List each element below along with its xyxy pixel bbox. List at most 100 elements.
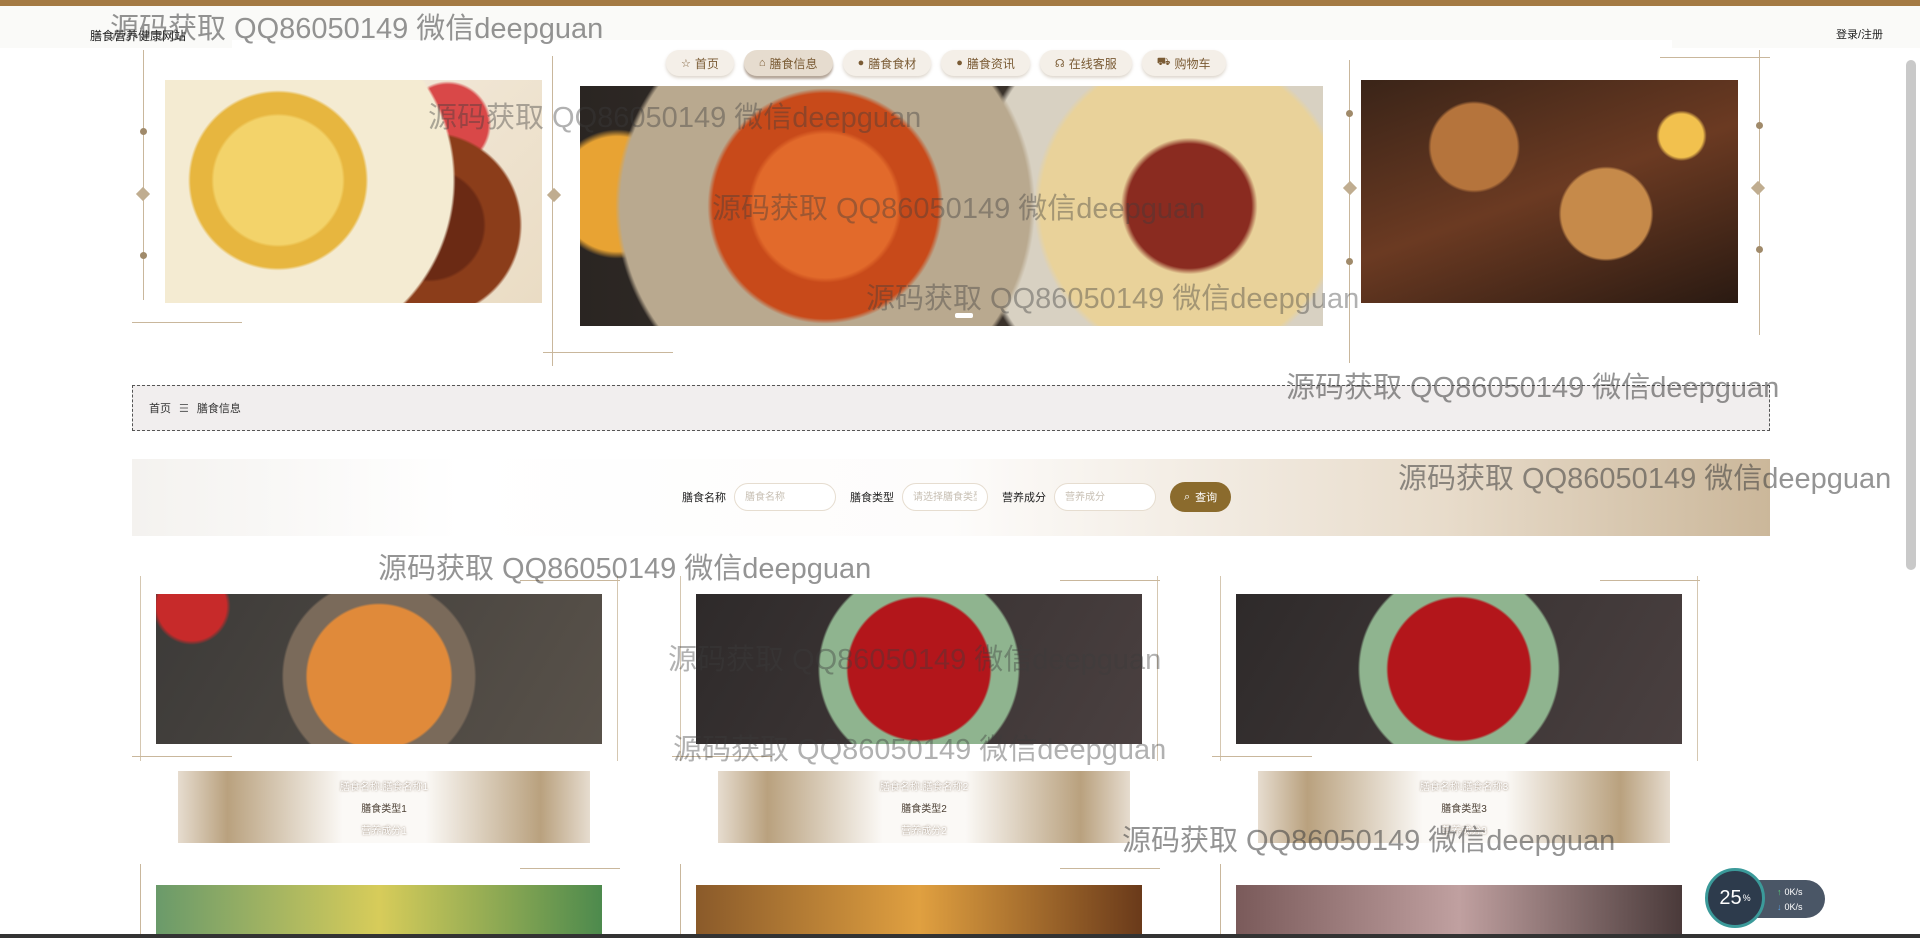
decor-dot [1346, 258, 1353, 265]
decor-line [1660, 57, 1770, 58]
meal-name-label: 膳食名称 [682, 492, 726, 504]
decor-line [680, 864, 681, 938]
meal-image[interactable] [1236, 594, 1682, 744]
bottom-border [0, 934, 1920, 938]
bag-icon: ⌂ [758, 57, 766, 69]
food-image [165, 80, 542, 303]
percent-unit: % [1742, 893, 1751, 903]
decor-dot [1346, 110, 1353, 117]
decor-line [143, 50, 144, 300]
nav-item-label: 膳食信息 [769, 56, 818, 71]
nav-item-news[interactable]: ● 膳食资讯 [941, 50, 1030, 76]
meal-card-image[interactable] [156, 885, 602, 938]
meal-type-label: 膳食类型 [850, 492, 894, 504]
meal-name: 膳食名称:膳食名称2 [879, 781, 969, 793]
meal-card[interactable]: 膳食名称:膳食名称2 膳食类型2 营养成分2 [672, 576, 1160, 861]
search-icon: ⌕ [1184, 490, 1191, 503]
nav-item-label: 在线客服 [1068, 56, 1117, 71]
meal-type: 膳食类型3 [1441, 803, 1487, 815]
food-image [580, 86, 1323, 326]
login-register-link[interactable]: 登录/注册 [1836, 26, 1883, 42]
food-image [1361, 80, 1738, 303]
breadcrumb: 首页 ☰ 膳食信息 [132, 385, 1770, 431]
nutrition-input[interactable] [1054, 483, 1156, 511]
speed-readout: ↑ 0K/s ↓ 0K/s [1755, 880, 1825, 918]
meal-name-input[interactable] [734, 483, 836, 511]
breadcrumb-separator-icon: ☰ [179, 402, 189, 415]
decor-line [1697, 576, 1698, 761]
decor-diamond [1750, 180, 1766, 196]
decor-line [1212, 756, 1312, 757]
meal-card[interactable]: 膳食名称:膳食名称1 膳食类型1 营养成分1 [132, 576, 620, 861]
nav-item-label: 首页 [694, 56, 719, 71]
carousel-slide-next[interactable] [1361, 80, 1738, 303]
info-icon: ● [857, 57, 865, 69]
decor-line [1060, 580, 1160, 581]
meal-nutrition: 营养成分2 [901, 825, 947, 837]
meal-type: 膳食类型2 [901, 803, 947, 815]
meal-image[interactable] [156, 594, 602, 744]
decor-dot [1756, 122, 1763, 129]
decor-diamond [1342, 180, 1358, 196]
meal-name: 膳食名称:膳食名称1 [339, 781, 429, 793]
search-bar: 膳食名称 膳食类型 营养成分 ⌕ 查询 [132, 459, 1770, 536]
decor-diamond [135, 186, 151, 202]
carousel-slide-active[interactable] [580, 86, 1323, 326]
decor-line [140, 864, 141, 938]
meal-image[interactable] [696, 594, 1142, 744]
decor-line [520, 580, 620, 581]
meal-info: 膳食名称:膳食名称3 膳食类型3 营养成分3 [1258, 771, 1670, 843]
download-speed: 0K/s [1784, 902, 1803, 912]
download-arrow-icon: ↓ [1777, 902, 1782, 912]
meal-type-select[interactable] [902, 483, 988, 511]
decor-line [132, 756, 232, 757]
meal-name: 膳食名称:膳食名称3 [1419, 781, 1509, 793]
decor-dot [140, 252, 147, 259]
decor-dot [1756, 246, 1763, 253]
nav-item-customer-service[interactable]: ☊ 在线客服 [1039, 50, 1132, 76]
nutrition-label: 营养成分 [1002, 492, 1046, 504]
decor-line [552, 56, 553, 366]
decor-line [1349, 60, 1350, 363]
nav-item-meal-info[interactable]: ⌂ 膳食信息 [743, 50, 833, 76]
nav-item-label: 膳食资讯 [966, 56, 1015, 71]
cart-icon: ⛟ [1156, 56, 1171, 68]
search-button-label: 查询 [1195, 492, 1218, 504]
scrollbar[interactable] [1906, 60, 1916, 570]
decor-line [1220, 576, 1221, 761]
meal-card-image[interactable] [696, 885, 1142, 938]
decor-line [1600, 580, 1700, 581]
decor-dot [140, 128, 147, 135]
decor-diamond [546, 187, 562, 203]
meal-card[interactable]: 膳食名称:膳食名称3 膳食类型3 营养成分3 [1212, 576, 1700, 861]
memory-usage-circle: 25% [1705, 868, 1765, 928]
breadcrumb-home[interactable]: 首页 [149, 400, 171, 416]
decor-line [1060, 868, 1160, 869]
meal-info: 膳食名称:膳食名称1 膳食类型1 营养成分1 [178, 771, 590, 843]
nav-item-label: 购物车 [1174, 56, 1211, 71]
carousel-slide-prev[interactable] [165, 80, 542, 303]
decor-line [1157, 576, 1158, 761]
star-icon: ☆ [681, 57, 691, 70]
carousel-indicator[interactable] [955, 313, 973, 318]
nav-item-cart[interactable]: ⛟ 购物车 [1141, 50, 1226, 76]
search-button[interactable]: ⌕ 查询 [1170, 482, 1232, 512]
main-nav: ☆ 首页 ⌂ 膳食信息 ● 膳食食材 ● 膳食资讯 ☊ 在线客服 ⛟ 购物车 [666, 50, 1226, 76]
decor-line [543, 352, 673, 353]
meal-nutrition: 营养成分3 [1441, 825, 1487, 837]
nav-item-home[interactable]: ☆ 首页 [666, 50, 734, 76]
decor-line [132, 322, 242, 323]
site-title: 膳食营养健康网站 [90, 29, 187, 43]
decor-line [617, 576, 618, 761]
question-icon: ● [956, 57, 963, 69]
nav-item-ingredients[interactable]: ● 膳食食材 [842, 50, 932, 76]
upload-speed: 0K/s [1784, 887, 1803, 897]
decor-line [672, 756, 772, 757]
decor-line [680, 576, 681, 761]
meal-nutrition: 营养成分1 [361, 825, 407, 837]
meal-card-image[interactable] [1236, 885, 1682, 938]
network-speed-widget[interactable]: ↑ 0K/s ↓ 0K/s 25% [1705, 868, 1825, 928]
decor-line [1220, 864, 1221, 938]
nav-item-label: 膳食食材 [868, 56, 917, 71]
meal-info: 膳食名称:膳食名称2 膳食类型2 营养成分2 [718, 771, 1130, 843]
